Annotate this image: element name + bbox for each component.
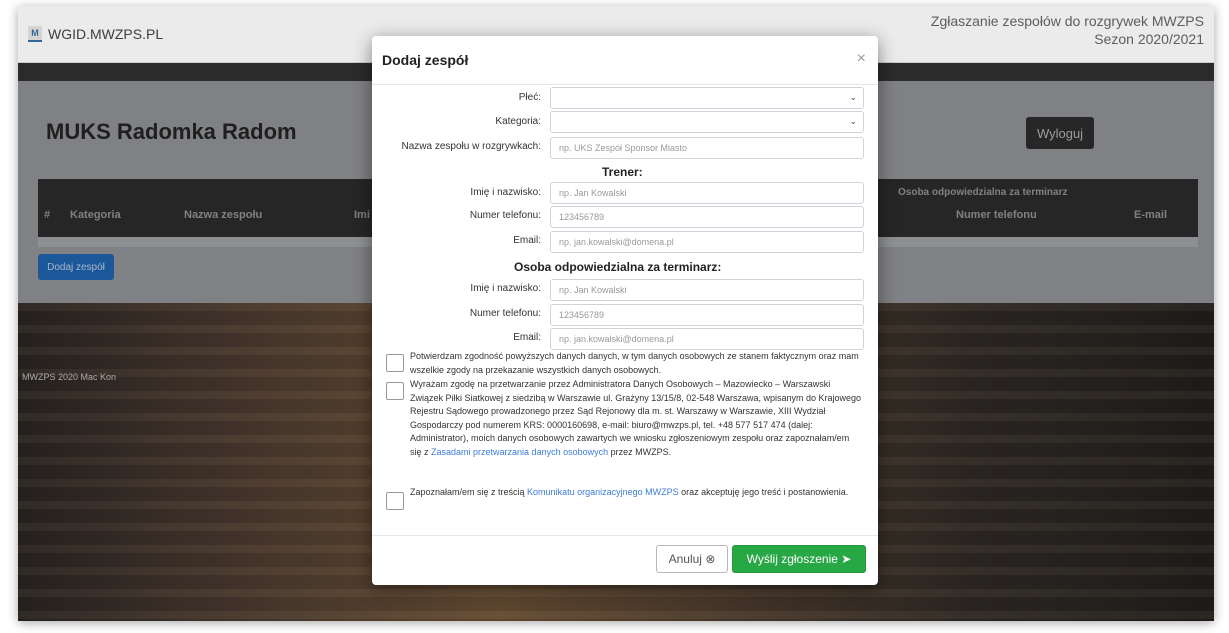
consent-regulations-body: Zapoznałam/em się z treścią	[410, 487, 528, 497]
consent-gdpr-text: Wyrażam zgodę na przetwarzanie przez Adm…	[410, 378, 862, 459]
coach-phone-input[interactable]: 123456789	[550, 206, 864, 228]
coach-name-label: Imię i nazwisko:	[470, 187, 541, 198]
scheduler-name-label: Imię i nazwisko:	[470, 283, 541, 294]
gender-select[interactable]: ⌄	[550, 87, 864, 109]
gender-label: Płeć:	[518, 92, 541, 103]
consent-gdpr-body: Wyrażam zgodę na przetwarzanie przez Adm…	[410, 379, 862, 457]
submit-label: Wyślij zgłoszenie	[746, 552, 838, 566]
chevron-down-icon: ⌄	[849, 116, 857, 126]
submit-button[interactable]: Wyślij zgłoszenie ➤	[732, 545, 866, 573]
coach-heading: Trener:	[602, 165, 643, 179]
gdpr-rules-link[interactable]: Zasadami przetwarzania danych osobowych	[431, 447, 608, 457]
scheduler-email-label: Email:	[513, 332, 541, 343]
scheduler-heading: Osoba odpowiedzialna za terminarz:	[514, 260, 722, 274]
cancel-circle-icon: ⊗	[705, 552, 716, 566]
coach-name-input[interactable]: np. Jan Kowalski	[550, 182, 864, 204]
cancel-button[interactable]: Anuluj ⊗	[656, 545, 728, 573]
consent-data-text: Potwierdzam zgodność powyższych danych d…	[410, 351, 859, 375]
chevron-down-icon: ⌄	[849, 92, 857, 102]
browser-frame: M WGID.MWZPS.PL Zgłaszanie zespołów do r…	[18, 6, 1214, 621]
coach-email-label: Email:	[513, 235, 541, 246]
scheduler-name-input[interactable]: np. Jan Kowalski	[550, 279, 864, 301]
coach-email-input[interactable]: np. jan.kowalski@domena.pl	[550, 231, 864, 253]
cancel-label: Anuluj	[668, 552, 702, 566]
modal-title: Dodaj zespół	[382, 52, 469, 68]
category-select[interactable]: ⌄	[550, 111, 864, 133]
scheduler-email-input[interactable]: np. jan.kowalski@domena.pl	[550, 328, 864, 350]
consent-gdpr-checkbox[interactable]	[386, 382, 404, 400]
scheduler-phone-label: Numer telefonu:	[469, 308, 541, 319]
modal-footer-divider	[372, 535, 878, 536]
scheduler-phone-input[interactable]: 123456789	[550, 304, 864, 326]
regulations-link[interactable]: Komunikatu organizacyjnego MWZPS	[527, 487, 679, 497]
modal-header: Dodaj zespół ×	[372, 36, 878, 85]
consent-gdpr-tail: przez MWZPS.	[608, 446, 672, 457]
consent-regulations-checkbox[interactable]	[386, 492, 404, 510]
consent-regulations-tail: oraz akceptuję jego treść i postanowieni…	[678, 487, 849, 497]
consent-data-checkbox[interactable]	[386, 354, 404, 372]
team-name-input[interactable]: np. UKS Zespół Sponsor Miasto	[550, 137, 864, 159]
close-icon[interactable]: ×	[857, 50, 866, 68]
team-name-label: Nazwa zespołu w rozgrywkach:	[401, 141, 542, 152]
category-label: Kategoria:	[495, 116, 541, 127]
coach-phone-label: Numer telefonu:	[469, 210, 541, 221]
add-team-modal: Dodaj zespół × Płeć: ⌄ Kategoria: ⌄ Nazw…	[372, 36, 878, 585]
send-icon: ➤	[841, 552, 852, 566]
consent-regulations-text: Zapoznałam/em się z treścią Komunikatu o…	[410, 486, 862, 500]
